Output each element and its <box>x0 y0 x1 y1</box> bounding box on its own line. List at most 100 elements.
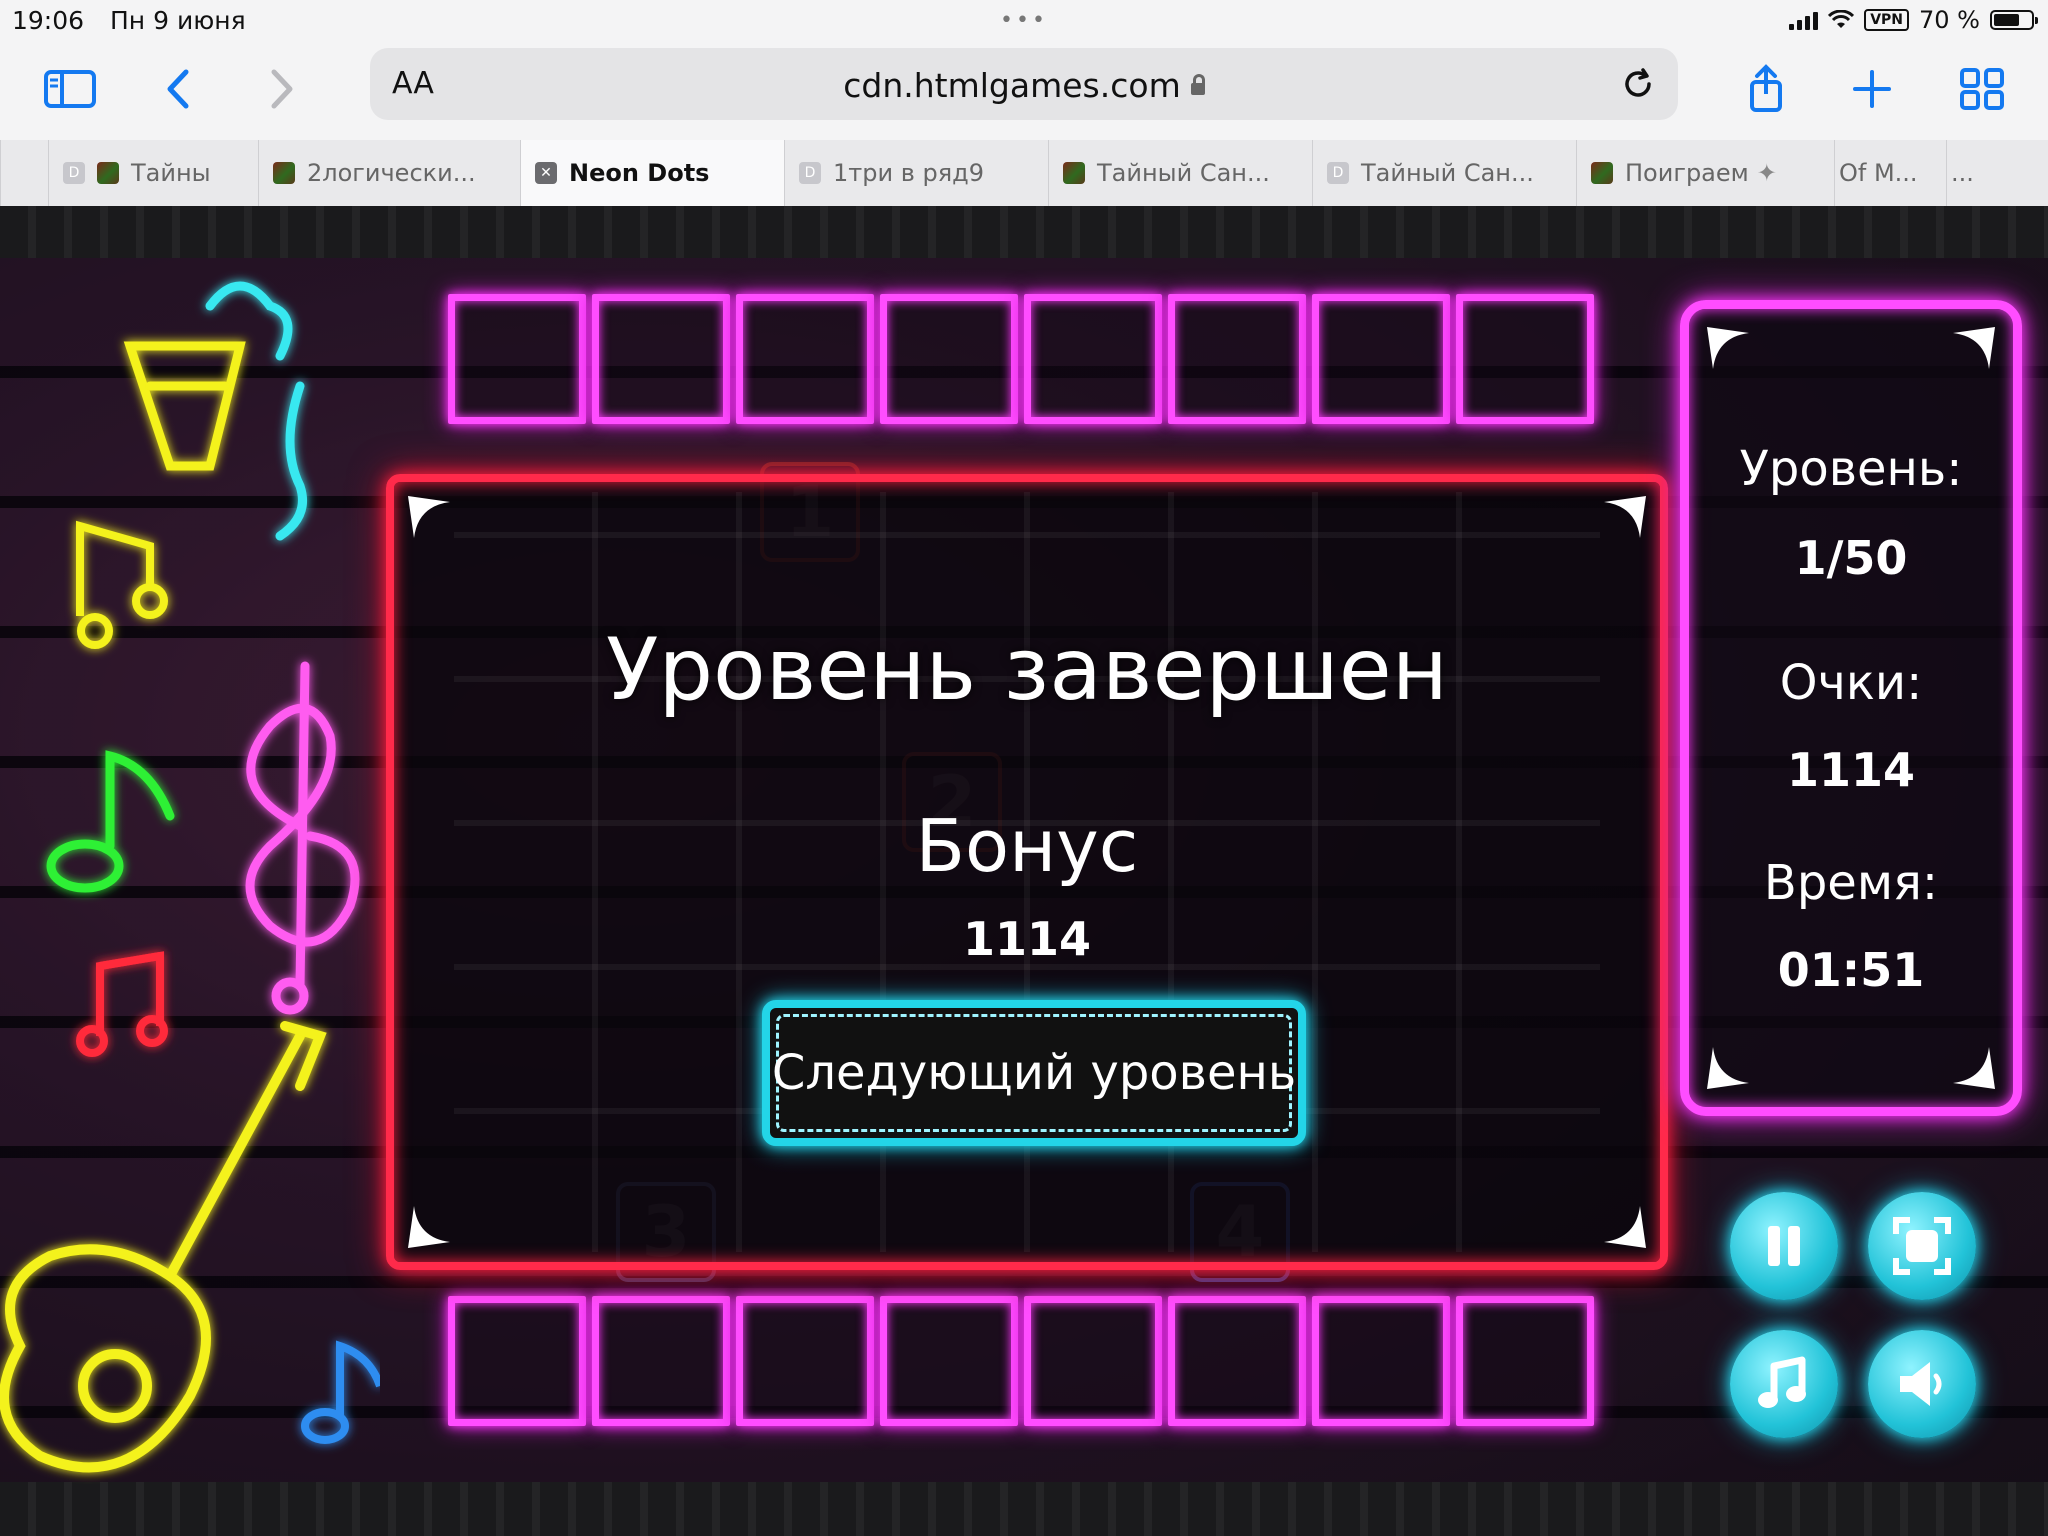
board-cell[interactable] <box>1312 1296 1450 1426</box>
tab-label: 2логически... <box>307 159 476 187</box>
board-cell[interactable] <box>592 1296 730 1426</box>
board-cell[interactable] <box>448 1296 586 1426</box>
game-favicon <box>97 162 119 184</box>
d-icon: D <box>799 162 821 184</box>
browser-toolbar: AA cdn.htmlgames.com <box>0 40 2048 140</box>
board-cell[interactable] <box>736 1296 874 1426</box>
board-cell[interactable] <box>1456 1296 1594 1426</box>
fullscreen-button[interactable] <box>1868 1192 1976 1300</box>
url-text[interactable]: cdn.htmlgames.com <box>370 66 1678 105</box>
board-cell[interactable] <box>1168 294 1306 424</box>
close-icon[interactable]: ✕ <box>535 162 557 184</box>
tab-1[interactable]: 2логически... <box>258 140 520 206</box>
d-icon: D <box>1327 162 1349 184</box>
music-button[interactable] <box>1730 1330 1838 1438</box>
multitasking-dots[interactable]: ••• <box>1000 8 1048 33</box>
new-tab-icon[interactable] <box>1842 64 1902 114</box>
dialog-title: Уровень завершен <box>606 620 1448 720</box>
tab-3[interactable]: D 1три в ряд9 <box>784 140 1048 206</box>
level-label: Уровень: <box>1739 441 1963 497</box>
tab-label: Тайны <box>131 159 211 187</box>
status-date: Пн 9 июня <box>110 6 246 35</box>
tab-6[interactable]: Поиграем ✦ <box>1576 140 1834 206</box>
music-note-blue-icon <box>301 1340 380 1444</box>
stats-panel: Уровень: 1/50 Очки: 1114 Время: 01:51 <box>1680 300 2022 1116</box>
status-bar: 19:06 Пн 9 июня ••• VPN 70 % <box>0 0 2048 40</box>
sound-button[interactable] <box>1868 1330 1976 1438</box>
board-cell[interactable] <box>736 294 874 424</box>
board-cell[interactable] <box>880 1296 1018 1426</box>
game-canvas[interactable]: 1 2 3 4 Уровень завершен Бонус 1114 След… <box>0 206 2048 1536</box>
tab-label: Neon Dots <box>569 159 710 187</box>
status-left: 19:06 Пн 9 июня <box>12 6 264 35</box>
music-note-yellow-icon <box>76 520 168 649</box>
tab-label: Поиграем <box>1625 159 1749 187</box>
sidebar-icon[interactable] <box>40 64 100 114</box>
tab-4[interactable]: Тайный Сан... <box>1048 140 1312 206</box>
game-top-border <box>0 206 2048 258</box>
music-icon <box>1758 1356 1806 1408</box>
time-label: Время: <box>1763 855 1939 911</box>
battery-percent: 70 % <box>1919 6 1980 34</box>
pause-button[interactable] <box>1730 1192 1838 1300</box>
board-cell[interactable] <box>592 294 730 424</box>
bonus-value: 1114 <box>962 912 1092 966</box>
sound-icon <box>1900 1362 1942 1406</box>
score-label: Очки: <box>1779 655 1923 711</box>
tab-label: Тайный Сан... <box>1097 159 1270 187</box>
battery-icon <box>1990 10 2038 30</box>
level-value: 1/50 <box>1794 531 1908 585</box>
status-right: VPN 70 % <box>1789 6 2038 34</box>
level-complete-dialog: Уровень завершен Бонус 1114 Следующий ур… <box>386 474 1668 1270</box>
game-favicon <box>1063 162 1085 184</box>
vpn-badge: VPN <box>1864 9 1910 31</box>
drink-cup-icon <box>123 281 307 541</box>
forward-icon[interactable] <box>250 64 310 114</box>
tabs-overview-icon[interactable] <box>1952 64 2012 114</box>
board-cell[interactable] <box>880 294 1018 424</box>
game-favicon <box>1591 162 1613 184</box>
corner-decor-icon <box>1953 327 1995 369</box>
guitar-icon <box>0 1021 327 1473</box>
board-cell[interactable] <box>1168 1296 1306 1426</box>
fullscreen-icon <box>1893 1217 1951 1275</box>
board-cell[interactable] <box>448 294 586 424</box>
tab-stub[interactable] <box>0 140 48 206</box>
next-level-button[interactable]: Следующий уровень <box>762 1000 1306 1146</box>
corner-decor-icon <box>1953 1047 1995 1089</box>
corner-decor-icon <box>1707 1047 1749 1089</box>
reload-icon[interactable] <box>1618 64 1658 104</box>
game-favicon <box>273 162 295 184</box>
tab-label: Тайный Сан... <box>1361 159 1534 187</box>
music-note-green-icon <box>46 750 175 893</box>
tab-5[interactable]: D Тайный Сан... <box>1312 140 1576 206</box>
url-label: cdn.htmlgames.com <box>843 66 1181 105</box>
tab-label: ... <box>1951 159 1974 187</box>
corner-decor-icon <box>1707 327 1749 369</box>
pause-icon <box>1768 1226 1800 1266</box>
corner-decor-icon <box>1604 496 1646 538</box>
board-cell[interactable] <box>1312 294 1450 424</box>
address-bar[interactable]: AA cdn.htmlgames.com <box>370 48 1678 120</box>
share-icon[interactable] <box>1736 64 1796 114</box>
board-cell[interactable] <box>1024 1296 1162 1426</box>
signal-icon <box>1789 10 1819 30</box>
time-value: 01:51 <box>1777 943 1925 997</box>
corner-decor-icon <box>1604 1206 1646 1248</box>
party-popper-icon: ✦ <box>1756 159 1777 187</box>
tab-0[interactable]: D Тайны <box>48 140 258 206</box>
back-icon[interactable] <box>150 64 210 114</box>
tab-bar: D Тайны 2логически... ✕ Neon Dots D 1три… <box>0 140 2048 207</box>
score-value: 1114 <box>1786 743 1916 797</box>
board-cell[interactable] <box>1024 294 1162 424</box>
d-icon: D <box>63 162 85 184</box>
tab-more[interactable]: ... <box>1946 140 2048 206</box>
wifi-icon <box>1828 10 1855 28</box>
board-cell[interactable] <box>1456 294 1594 424</box>
tab-2-active[interactable]: ✕ Neon Dots <box>520 140 784 206</box>
tab-label: Of M... <box>1839 159 1918 187</box>
corner-decor-icon <box>408 1206 450 1248</box>
bonus-label: Бонус <box>915 804 1139 888</box>
music-note-red-icon <box>76 951 168 1057</box>
tab-7[interactable]: Of M... <box>1834 140 1946 206</box>
